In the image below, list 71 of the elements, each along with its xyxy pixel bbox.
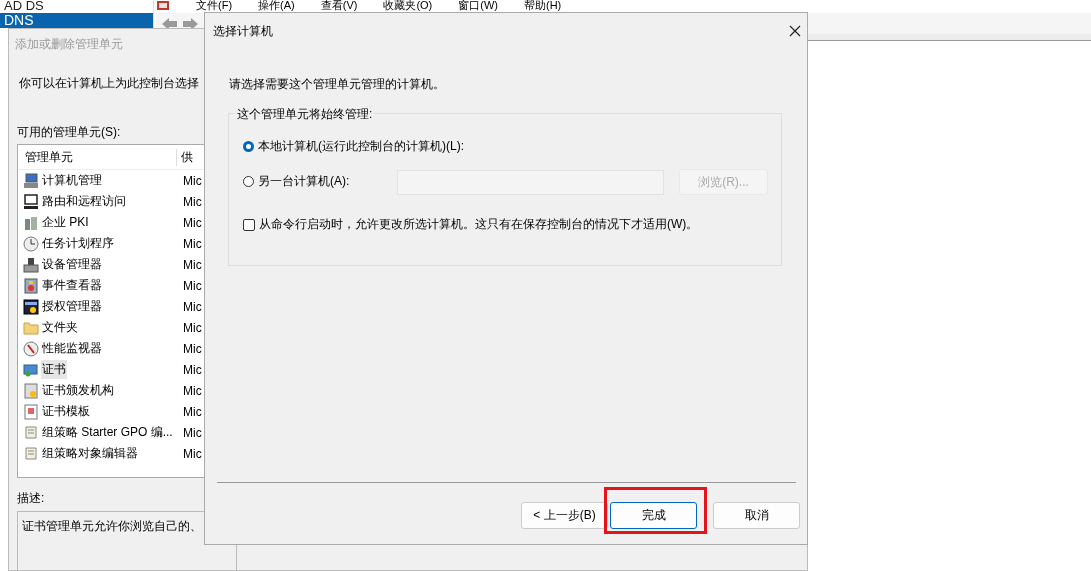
checkbox-label[interactable]: 从命令行启动时，允许更改所选计算机。这只有在保存控制台的情况下才适用(W)。	[259, 216, 699, 233]
vendor-cell-text: Mic	[182, 236, 203, 251]
close-icon[interactable]	[789, 25, 801, 37]
vendor-cell-text: Mic	[182, 404, 203, 419]
radio-label[interactable]: 本地计算机(运行此控制台的计算机)(L):	[258, 138, 464, 155]
vendor-cell-text: Mic	[182, 194, 203, 209]
dialog-button[interactable]: 完成	[610, 502, 697, 529]
tree-item[interactable]: DNS	[0, 13, 153, 28]
snap-in-name[interactable]: 计算机管理	[41, 171, 103, 190]
snap-in-name[interactable]: 授权管理器	[41, 297, 103, 316]
snap-in-name[interactable]: 企业 PKI	[41, 213, 90, 232]
tree-item[interactable]: AD DS	[0, 0, 153, 13]
snap-in-name[interactable]: 证书	[41, 360, 67, 379]
computer-icon	[23, 193, 39, 210]
vendor-cell-text: Mic	[182, 383, 203, 398]
column-header[interactable]: 供	[176, 148, 195, 166]
vendor-cell-text: Mic	[182, 362, 203, 377]
menu-item[interactable]: 操作(A)	[258, 0, 295, 11]
vendor-cell-text: Mic	[182, 425, 203, 440]
dialog-title: 选择计算机	[213, 22, 273, 40]
folder-icon	[23, 319, 39, 336]
scroll-icon	[23, 424, 39, 441]
dialog-button[interactable]: < 上一步(B)	[521, 502, 608, 529]
window-title: 添加或删除管理单元	[15, 35, 123, 53]
certificate-icon	[23, 361, 39, 378]
snap-in-name[interactable]: 组策略对象编辑器	[41, 444, 139, 463]
certificate-icon	[23, 403, 39, 420]
snap-in-name[interactable]: 设备管理器	[41, 255, 103, 274]
device-icon	[23, 256, 39, 273]
radio-label[interactable]: 另一台计算机(A):	[258, 173, 350, 190]
dialog-button[interactable]: 取消	[713, 502, 800, 529]
vendor-cell-text: Mic	[182, 215, 203, 230]
vendor-cell-text: Mic	[182, 341, 203, 356]
log-icon	[23, 277, 39, 294]
vendor-cell-text: Mic	[182, 173, 203, 188]
radio-button[interactable]	[243, 176, 254, 187]
group-label: 这个管理单元将始终管理:	[235, 106, 375, 123]
snap-in-name[interactable]: 文件夹	[41, 318, 79, 337]
vendor-cell-text: Mic	[182, 257, 203, 272]
clock-icon	[23, 235, 39, 252]
vendor-cell-text: Mic	[182, 299, 203, 314]
app-icon	[156, 0, 170, 11]
snap-in-name[interactable]: 任务计划程序	[41, 234, 115, 253]
snap-in-name[interactable]: 组策略 Starter GPO 编...	[41, 423, 174, 442]
server-icon	[23, 214, 39, 231]
menu-item[interactable]: 窗口(W)	[458, 0, 498, 11]
checkbox[interactable]	[243, 218, 255, 231]
snap-in-name[interactable]: 路由和远程访问	[41, 192, 127, 211]
scroll-icon	[23, 445, 39, 462]
instruction-text: 你可以在计算机上为此控制台选择	[19, 76, 199, 90]
key-window-icon	[23, 298, 39, 315]
certificate-icon	[23, 382, 39, 399]
description-label: 描述:	[17, 491, 45, 505]
menu-item[interactable]: 收藏夹(O)	[383, 0, 433, 11]
menu-item[interactable]: 文件(F)	[196, 0, 233, 11]
column-header[interactable]: 管理单元	[18, 148, 176, 166]
vendor-cell-text: Mic	[182, 320, 203, 335]
snap-in-name[interactable]: 性能监视器	[41, 339, 103, 358]
list-label: 可用的管理单元(S):	[17, 125, 121, 139]
vendor-cell-text: Mic	[182, 278, 203, 293]
snap-in-name[interactable]: 证书颁发机构	[41, 381, 115, 400]
menu-item[interactable]: 帮助(H)	[524, 0, 562, 11]
snap-in-name[interactable]: 事件查看器	[41, 276, 103, 295]
menu-item[interactable]: 查看(V)	[320, 0, 358, 11]
radio-button[interactable]	[243, 141, 254, 152]
description-text: 证书管理单元允许你浏览自己的、	[22, 519, 202, 533]
gauge-icon	[23, 340, 39, 357]
instruction-text: 请选择需要这个管理单元管理的计算机。	[229, 77, 445, 91]
vendor-cell-text: Mic	[182, 446, 203, 461]
monitor-icon	[23, 172, 39, 189]
snap-in-name[interactable]: 证书模板	[41, 402, 91, 421]
